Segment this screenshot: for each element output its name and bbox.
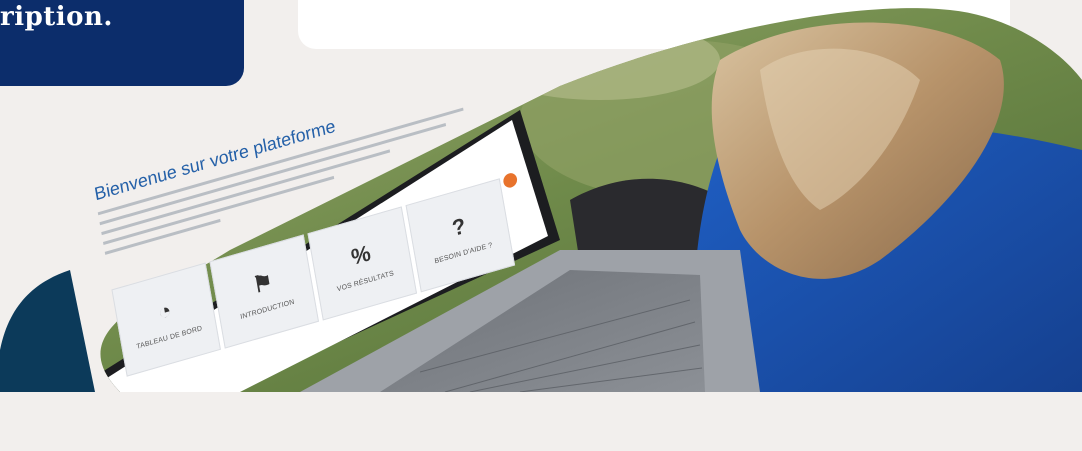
- tile-help[interactable]: ? BESOIN D'AIDE ?: [405, 178, 516, 293]
- tile-dashboard[interactable]: ◔ TABLEAU DE BORD: [111, 262, 221, 377]
- help-chat-button[interactable]: [502, 171, 519, 190]
- tile-results[interactable]: % VOS RÉSULTATS: [307, 206, 418, 321]
- tile-introduction[interactable]: ⚑ INTRODUCTION: [209, 234, 320, 349]
- screen-text-line: [97, 107, 464, 216]
